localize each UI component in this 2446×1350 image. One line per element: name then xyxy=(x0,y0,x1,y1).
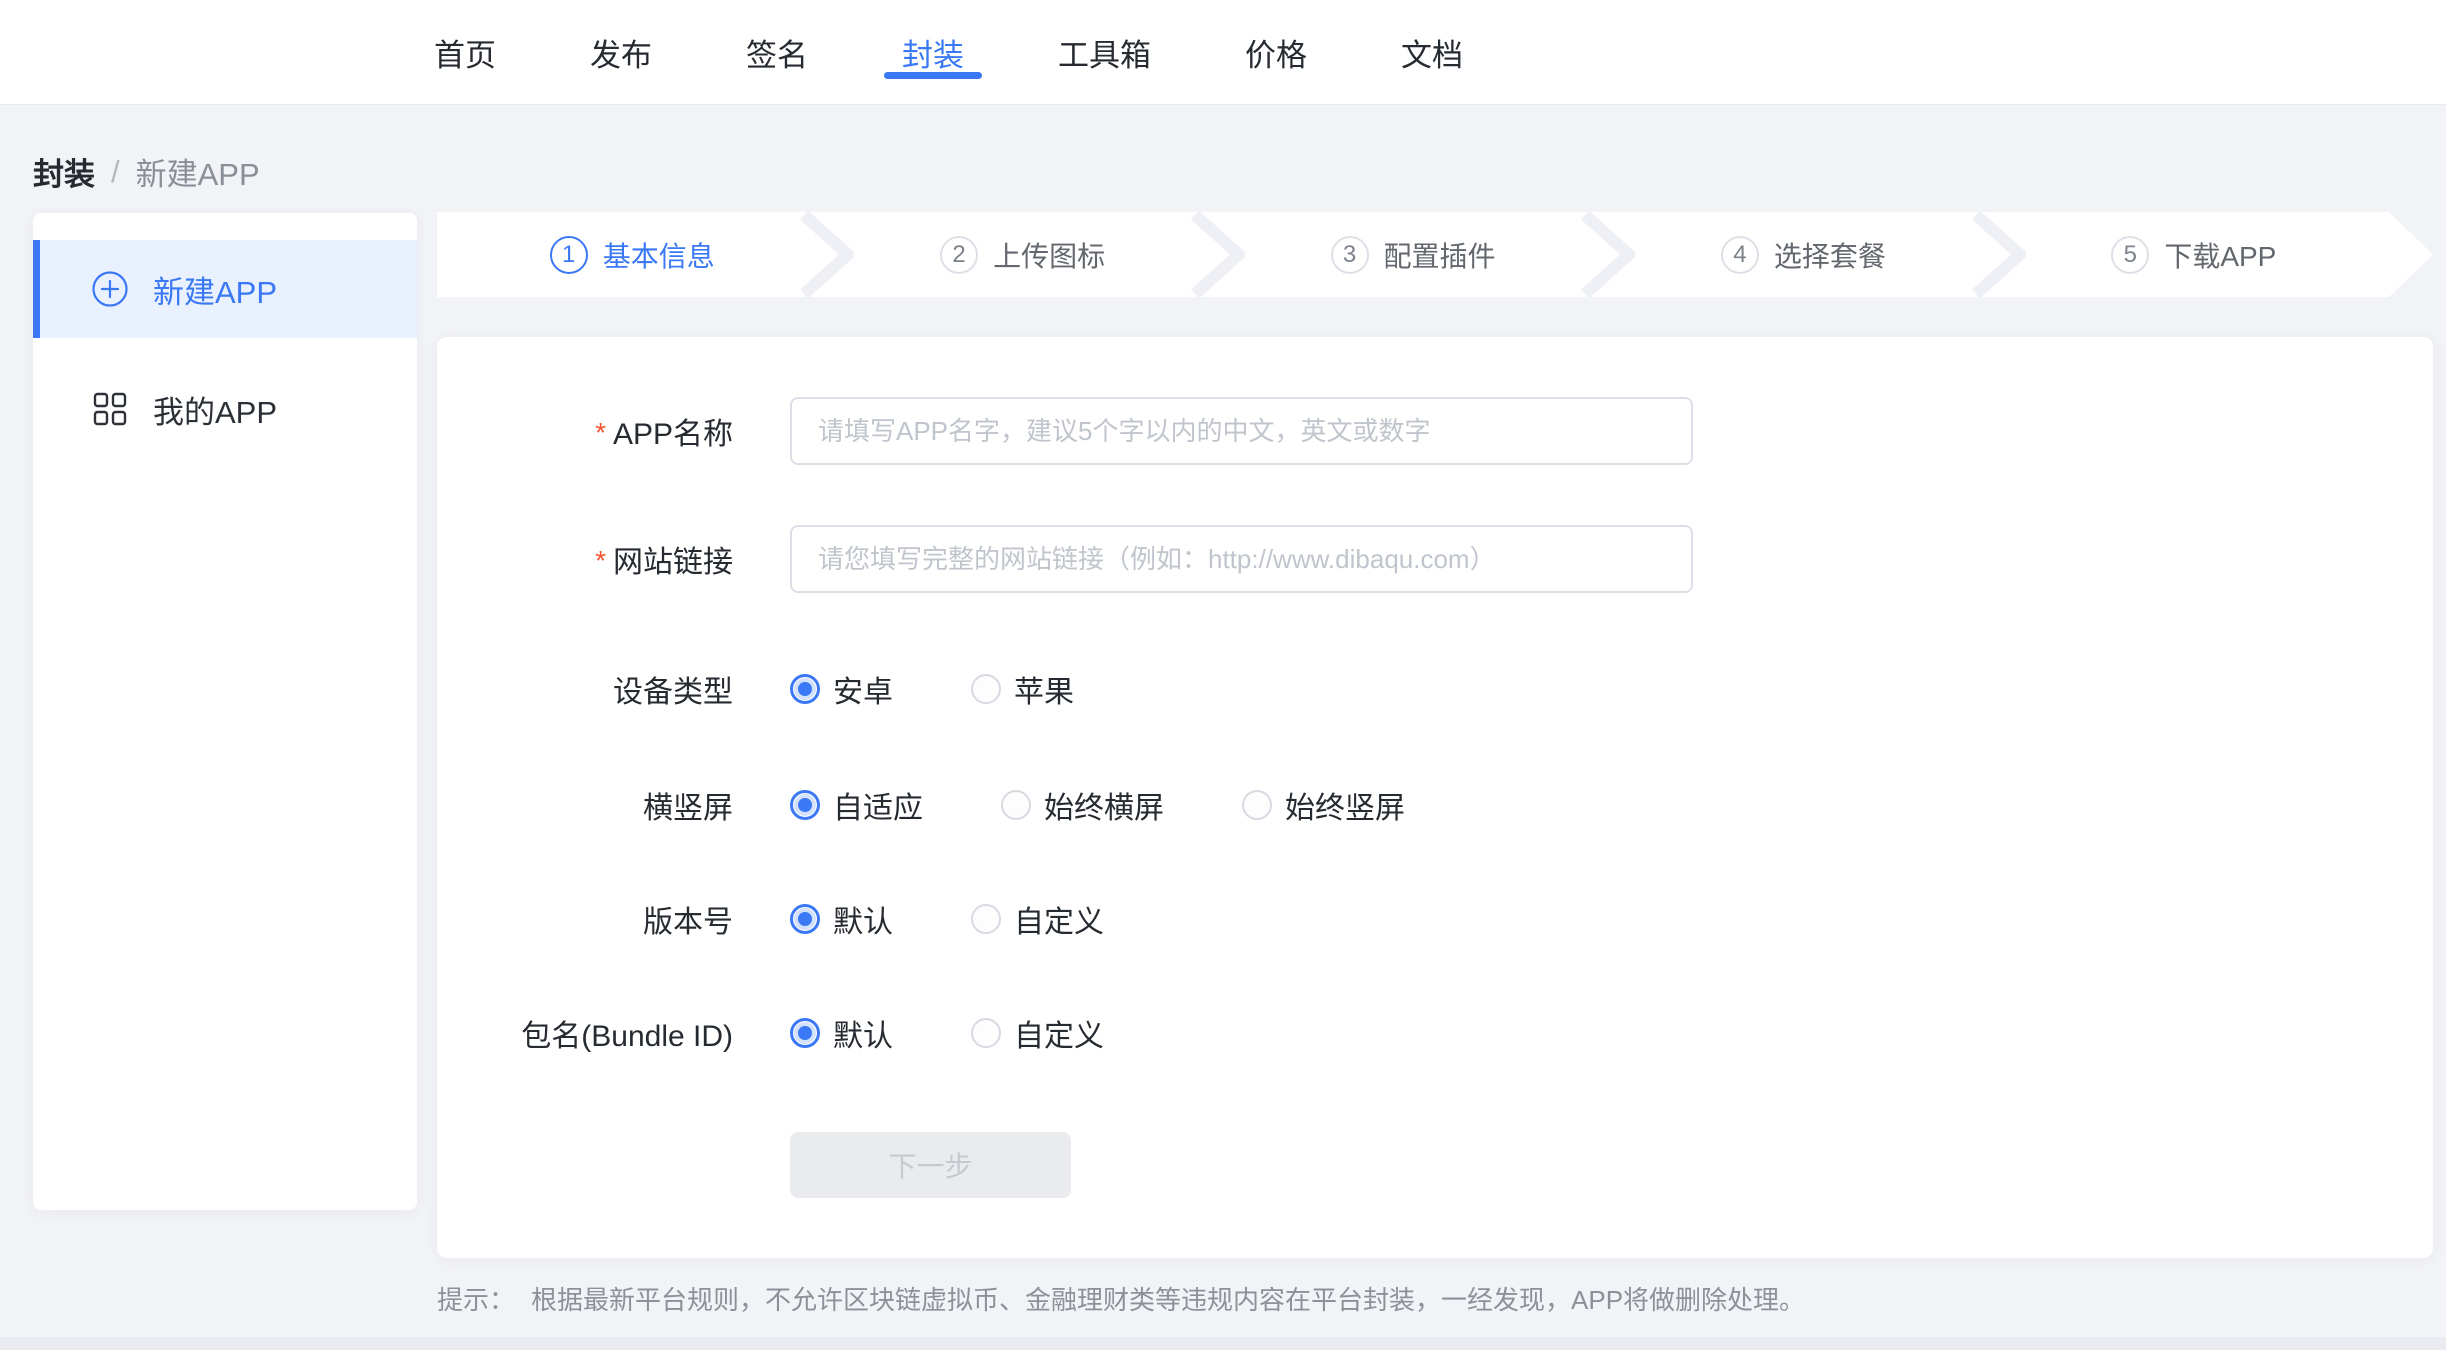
steps-arrow-tip xyxy=(2389,212,2433,297)
step-label: 上传图标 xyxy=(993,235,1105,275)
radio-version-default[interactable]: 默认 xyxy=(790,897,893,941)
radio-selected-icon xyxy=(790,674,820,704)
active-tab-underline xyxy=(884,72,982,79)
field-label: 设备类型 xyxy=(437,667,733,711)
radio-selected-icon xyxy=(790,1018,820,1048)
radio-adaptive[interactable]: 自适应 xyxy=(790,783,923,827)
step-upload-icon: 2 上传图标 xyxy=(827,212,1217,297)
grid-icon xyxy=(91,390,129,428)
step-chevron-icon xyxy=(1581,212,1635,297)
radio-selected-icon xyxy=(790,790,820,820)
step-chevron-icon xyxy=(800,212,854,297)
site-url-input[interactable] xyxy=(790,525,1693,593)
radio-bundle-custom[interactable]: 自定义 xyxy=(971,1011,1104,1055)
field-bundle-id: 包名(Bundle ID) 默认 自定义 xyxy=(437,1011,2433,1055)
nav-item-label: 发布 xyxy=(590,30,652,75)
breadcrumb-section[interactable]: 封装 xyxy=(33,149,95,194)
field-label-text: 包名(Bundle ID) xyxy=(521,1020,733,1053)
sidebar: 新建APP 我的APP xyxy=(33,213,417,1210)
plus-circle-icon xyxy=(91,270,129,308)
sidebar-item-new-app[interactable]: 新建APP xyxy=(33,240,417,338)
field-label: *APP名称 xyxy=(437,409,733,453)
radio-unselected-icon xyxy=(1242,790,1272,820)
radio-ios[interactable]: 苹果 xyxy=(971,667,1074,711)
top-nav: 首页 发布 签名 封装 工具箱 价格 文档 xyxy=(0,0,2446,105)
radio-unselected-icon xyxy=(971,674,1001,704)
field-label-text: 版本号 xyxy=(643,906,733,939)
step-chevron-icon xyxy=(1191,212,1245,297)
nav-item-toolbox[interactable]: 工具箱 xyxy=(1058,0,1151,104)
nav-item-label: 文档 xyxy=(1401,30,1463,75)
radio-unselected-icon xyxy=(971,1018,1001,1048)
breadcrumb-separator: / xyxy=(111,154,120,190)
active-indicator xyxy=(33,240,40,338)
nav-item-package[interactable]: 封装 xyxy=(902,0,964,104)
step-label: 基本信息 xyxy=(603,235,715,275)
nav-item-label: 首页 xyxy=(434,30,496,75)
nav-item-docs[interactable]: 文档 xyxy=(1401,0,1463,104)
step-number: 4 xyxy=(1721,236,1759,274)
field-version: 版本号 默认 自定义 xyxy=(437,897,2433,941)
step-configure-plugin: 3 配置插件 xyxy=(1218,212,1608,297)
field-device-type: 设备类型 安卓 苹果 xyxy=(437,667,2433,711)
footer-strip xyxy=(0,1337,2446,1350)
radio-android[interactable]: 安卓 xyxy=(790,667,893,711)
breadcrumb-current: 新建APP xyxy=(136,149,260,194)
radio-unselected-icon xyxy=(1001,790,1031,820)
step-download-app: 5 下载APP xyxy=(1999,212,2389,297)
radio-bundle-default[interactable]: 默认 xyxy=(790,1011,893,1055)
radio-version-custom[interactable]: 自定义 xyxy=(971,897,1104,941)
required-asterisk: * xyxy=(595,545,606,576)
nav-item-price[interactable]: 价格 xyxy=(1245,0,1307,104)
sidebar-item-my-app[interactable]: 我的APP xyxy=(33,360,417,458)
step-label: 选择套餐 xyxy=(1774,235,1886,275)
field-label: 横竖屏 xyxy=(437,783,733,827)
nav-item-publish[interactable]: 发布 xyxy=(590,0,652,104)
required-asterisk: * xyxy=(595,417,606,448)
field-label-text: APP名称 xyxy=(613,418,733,451)
field-label-text: 设备类型 xyxy=(613,676,733,709)
step-number: 5 xyxy=(2111,236,2149,274)
radio-unselected-icon xyxy=(971,904,1001,934)
nav-item-sign[interactable]: 签名 xyxy=(746,0,808,104)
field-orientation: 横竖屏 自适应 始终横屏 始终竖屏 xyxy=(437,783,2433,827)
step-select-plan: 4 选择套餐 xyxy=(1608,212,1998,297)
nav-item-label: 签名 xyxy=(746,30,808,75)
field-label-text: 网站链接 xyxy=(613,546,733,579)
app-name-input[interactable] xyxy=(790,397,1693,465)
new-app-form-card: *APP名称 *网站链接 设备类型 安卓 苹果 横 xyxy=(437,337,2433,1258)
nav-item-label: 价格 xyxy=(1245,30,1307,75)
nav-item-label: 封装 xyxy=(902,30,964,75)
radio-always-portrait[interactable]: 始终竖屏 xyxy=(1242,783,1405,827)
step-chevron-icon xyxy=(1972,212,2026,297)
step-basic-info: 1 基本信息 xyxy=(437,212,827,297)
step-label: 配置插件 xyxy=(1384,235,1496,275)
step-wizard: 1 基本信息 2 上传图标 3 配置插件 4 选择套餐 5 下载APP xyxy=(437,212,2389,297)
sidebar-item-label: 我的APP xyxy=(153,387,277,432)
field-label-text: 横竖屏 xyxy=(643,792,733,825)
field-label: 版本号 xyxy=(437,897,733,941)
step-number: 1 xyxy=(550,236,588,274)
radio-always-landscape[interactable]: 始终横屏 xyxy=(1001,783,1164,827)
field-label: 包名(Bundle ID) xyxy=(437,1011,733,1055)
field-label: *网站链接 xyxy=(437,537,733,581)
nav-item-home[interactable]: 首页 xyxy=(434,0,496,104)
tip-prefix: 提示： xyxy=(437,1285,515,1315)
platform-rule-tip: 提示： 根据最新平台规则，不允许区块链虚拟币、金融理财类等违规内容在平台封装，一经… xyxy=(437,1280,1805,1317)
field-app-name: *APP名称 xyxy=(437,397,2433,465)
radio-selected-icon xyxy=(790,904,820,934)
step-label: 下载APP xyxy=(2164,235,2276,275)
field-site-url: *网站链接 xyxy=(437,525,2433,593)
tip-text: 根据最新平台规则，不允许区块链虚拟币、金融理财类等违规内容在平台封装，一经发现，… xyxy=(531,1285,1805,1315)
breadcrumb: 封装 / 新建APP xyxy=(33,149,260,194)
next-step-button[interactable]: 下一步 xyxy=(790,1132,1071,1198)
nav-item-label: 工具箱 xyxy=(1058,30,1151,75)
step-number: 2 xyxy=(940,236,978,274)
step-number: 3 xyxy=(1331,236,1369,274)
sidebar-item-label: 新建APP xyxy=(153,267,277,312)
